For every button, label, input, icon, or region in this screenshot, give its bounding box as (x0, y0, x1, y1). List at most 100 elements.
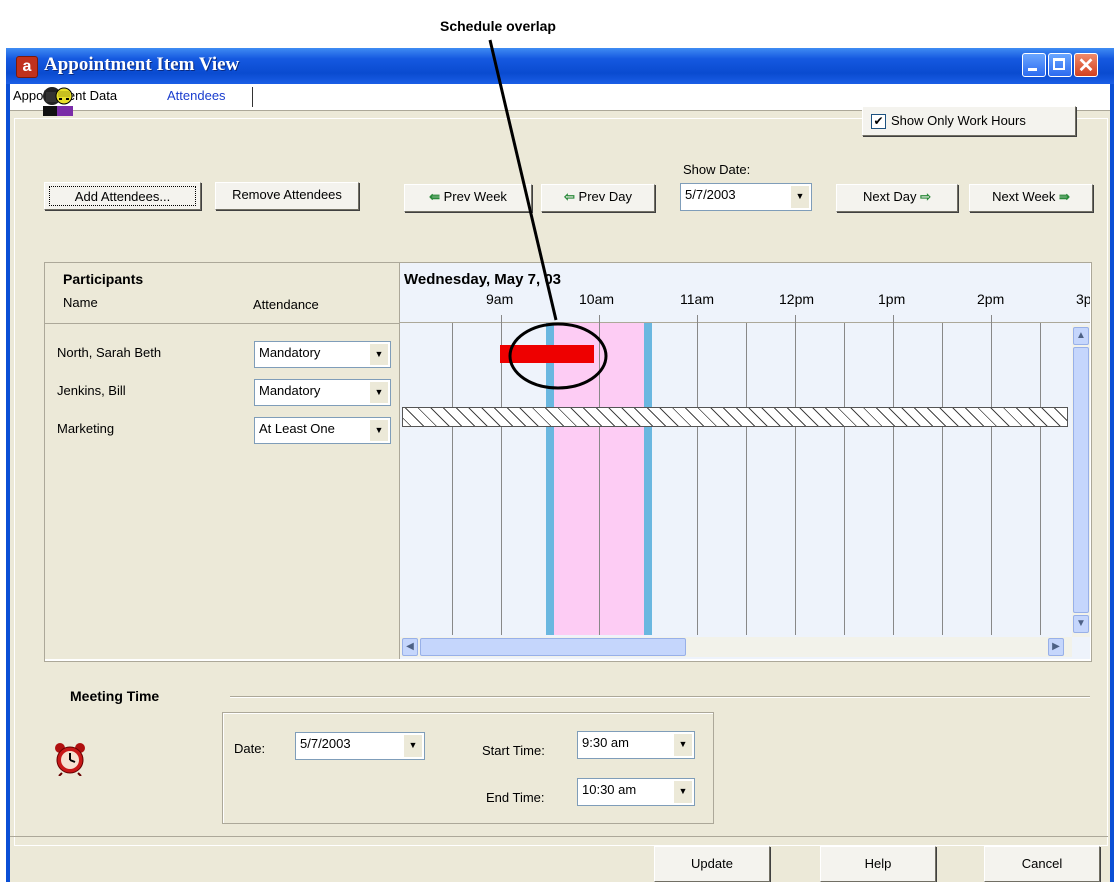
hour-label: 11am (680, 291, 714, 307)
close-button[interactable]: ✕ (1074, 53, 1098, 77)
arrow-left-icon: ⇦ (564, 189, 575, 204)
grid-line (697, 323, 698, 635)
grid-line (942, 323, 943, 635)
hour-label: 1pm (878, 291, 906, 307)
chevron-down-icon[interactable]: ▼ (791, 186, 809, 208)
grid-line (746, 323, 747, 635)
cancel-button[interactable]: Cancel (984, 846, 1100, 882)
prev-day-label: Prev Day (578, 189, 632, 204)
start-time-label: Start Time: (482, 743, 545, 758)
participants-title: Participants (63, 271, 144, 287)
hour-tick (893, 315, 894, 323)
show-date-value: 5/7/2003 (685, 187, 736, 202)
attendance-select[interactable]: Mandatory ▼ (254, 379, 391, 406)
scroll-down-icon[interactable]: ▼ (1073, 615, 1089, 633)
hour-tick (991, 315, 992, 323)
participant-name[interactable]: Jenkins, Bill (57, 383, 126, 398)
timeline-header-line (400, 322, 1090, 323)
participant-name[interactable]: Marketing (57, 421, 114, 436)
participants-panel: Participants Name Attendance North, Sara… (45, 263, 400, 659)
meeting-start-handle[interactable] (546, 323, 554, 635)
end-time-value: 10:30 am (582, 782, 637, 797)
hour-tick (795, 315, 796, 323)
chevron-down-icon[interactable]: ▼ (370, 420, 388, 441)
grid-line (893, 323, 894, 635)
alarm-clock-icon (55, 743, 85, 776)
chevron-down-icon[interactable]: ▼ (404, 735, 422, 757)
section-divider (230, 696, 1090, 697)
app-icon: a (16, 56, 38, 78)
hour-tick (599, 315, 600, 323)
people-icon (43, 87, 73, 116)
arrow-right-icon: ⇨ (920, 189, 931, 204)
show-only-work-hours-checkbox[interactable]: ✔ Show Only Work Hours (862, 106, 1076, 136)
participant-name[interactable]: North, Sarah Beth (57, 345, 161, 360)
hour-label: 3p (1076, 291, 1090, 307)
meeting-date-select[interactable]: 5/7/2003 ▼ (295, 732, 425, 760)
footer-divider (10, 836, 1108, 837)
close-icon: ✕ (1077, 55, 1095, 77)
date-label: Date: (234, 741, 266, 756)
grid-line (844, 323, 845, 635)
double-arrow-right-icon: ⇛ (1059, 189, 1070, 204)
chevron-down-icon[interactable]: ▼ (674, 781, 692, 803)
chevron-down-icon[interactable]: ▼ (674, 734, 692, 756)
hour-label: 10am (579, 291, 615, 307)
hour-tick (501, 315, 502, 323)
header-divider (45, 323, 399, 324)
show-date-select[interactable]: 5/7/2003 ▼ (680, 183, 812, 211)
attendance-select[interactable]: At Least One ▼ (254, 417, 391, 444)
title-bar[interactable]: a Appointment Item View ✕ (6, 48, 1114, 84)
annotation-label: Schedule overlap (440, 18, 556, 34)
chevron-down-icon[interactable]: ▼ (370, 382, 388, 403)
checkmark-icon[interactable]: ✔ (871, 114, 886, 129)
add-attendees-button[interactable]: Add Attendees... (44, 182, 201, 210)
prev-week-label: Prev Week (443, 189, 507, 204)
show-only-work-hours-label: Show Only Work Hours (891, 113, 1026, 128)
meeting-time-title: Meeting Time (70, 688, 160, 704)
scroll-up-icon[interactable]: ▲ (1073, 327, 1089, 345)
vertical-scrollbar[interactable]: ▲ ▼ (1072, 325, 1090, 637)
next-day-button[interactable]: Next Day ⇨ (836, 184, 958, 212)
meeting-end-handle[interactable] (644, 323, 652, 635)
chevron-down-icon[interactable]: ▼ (370, 344, 388, 365)
grid-line (1040, 323, 1041, 635)
scroll-left-icon[interactable]: ◀ (402, 638, 418, 656)
minimize-icon (1028, 68, 1037, 71)
add-attendees-label: Add Attendees... (49, 186, 196, 206)
double-arrow-left-icon: ⇚ (429, 189, 440, 204)
vertical-scroll-thumb[interactable] (1073, 347, 1089, 613)
maximize-button[interactable] (1048, 53, 1072, 77)
timeline[interactable]: Wednesday, May 7, 03 9am 10am 11am 12pm … (400, 263, 1090, 659)
attendance-value: At Least One (259, 421, 335, 436)
busy-block (500, 345, 594, 363)
meeting-date-value: 5/7/2003 (300, 736, 351, 751)
prev-week-button[interactable]: ⇚ Prev Week (404, 184, 532, 212)
start-time-select[interactable]: 9:30 am ▼ (577, 731, 695, 759)
next-week-button[interactable]: Next Week ⇛ (969, 184, 1093, 212)
hour-label: 12pm (779, 291, 815, 307)
tab-separator (252, 87, 253, 107)
end-time-select[interactable]: 10:30 am ▼ (577, 778, 695, 806)
scroll-right-icon[interactable]: ▶ (1048, 638, 1064, 656)
attendance-select[interactable]: Mandatory ▼ (254, 341, 391, 368)
help-button[interactable]: Help (820, 846, 936, 882)
end-time-label: End Time: (486, 790, 545, 805)
window-title: Appointment Item View (44, 54, 240, 75)
horizontal-scroll-thumb[interactable] (420, 638, 686, 656)
remove-attendees-button[interactable]: Remove Attendees (215, 182, 359, 210)
start-time-value: 9:30 am (582, 735, 629, 750)
next-day-label: Next Day (863, 189, 917, 204)
horizontal-scrollbar[interactable]: ◀ ▶ (400, 637, 1072, 657)
update-button[interactable]: Update (654, 846, 770, 882)
tab-attendees[interactable]: Attendees (167, 88, 226, 103)
maximize-icon (1053, 58, 1065, 70)
grid-line (501, 323, 502, 635)
minimize-button[interactable] (1022, 53, 1046, 77)
name-column-header: Name (63, 295, 98, 310)
grid-line (991, 323, 992, 635)
prev-day-button[interactable]: ⇦ Prev Day (541, 184, 655, 212)
show-date-label: Show Date: (683, 162, 751, 177)
next-week-label: Next Week (992, 189, 1056, 204)
hour-tick (697, 315, 698, 323)
